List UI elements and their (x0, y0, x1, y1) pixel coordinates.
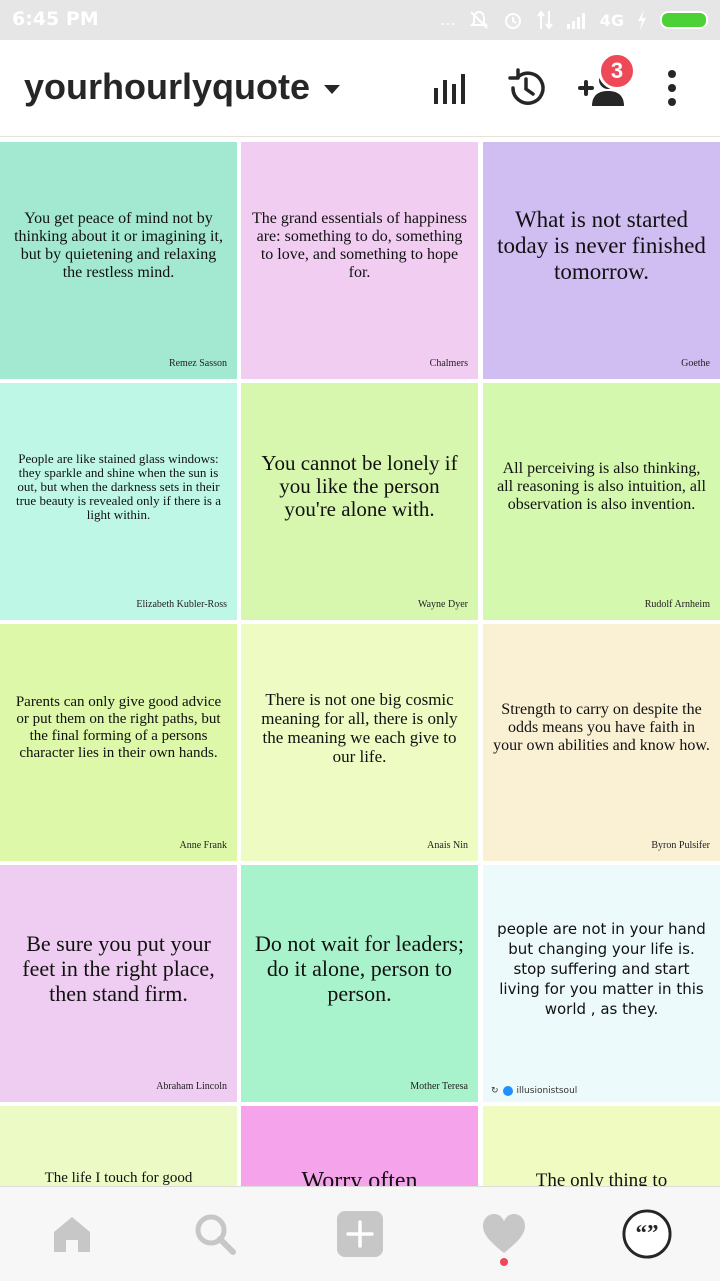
post-grid: You get peace of mind not by thinking ab… (0, 138, 720, 1186)
archive-button[interactable] (502, 64, 550, 112)
battery-icon (660, 11, 708, 29)
activity-heart-icon (483, 1214, 525, 1253)
post-author: Goethe (681, 358, 710, 369)
insights-button[interactable] (426, 64, 474, 112)
post-author: Byron Pulsifer (651, 840, 710, 851)
post-quote: Worry often (301, 1168, 418, 1186)
post-author: Mother Teresa (410, 1081, 468, 1092)
status-bar: 6:45 PM … 4G (0, 0, 720, 40)
home-icon (54, 1217, 90, 1252)
post-quote: people are not in your hand but changing… (497, 919, 706, 1018)
avatar (502, 1086, 513, 1096)
insights-icon (434, 74, 465, 104)
post-quote: Do not wait for leaders; do it alone, pe… (255, 931, 464, 1006)
archive-history-icon (508, 68, 545, 105)
profile-header: yourhourlyquote 3 (0, 40, 720, 137)
mute-icon (469, 10, 489, 29)
post-tile[interactable]: All perceiving is also thinking, all rea… (483, 383, 720, 620)
nav-search-button[interactable] (190, 1209, 240, 1259)
post-quote: Strength to carry on despite the odds me… (493, 700, 710, 754)
post-author: Anais Nin (427, 840, 468, 851)
new-post-icon (337, 1211, 383, 1257)
post-quote: The grand essentials of happiness are: s… (251, 209, 468, 281)
profile-quote-icon: “” (622, 1209, 672, 1259)
account-name: yourhourlyquote (24, 66, 310, 107)
nav-new-post-button[interactable] (335, 1209, 385, 1259)
bottom-navigation: “” (0, 1186, 720, 1281)
post-author: Abraham Lincoln (156, 1081, 227, 1092)
post-quote: All perceiving is also thinking, all rea… (497, 459, 706, 513)
chevron-down-icon (324, 84, 340, 94)
data-arrows-icon (536, 10, 553, 30)
dots-icon: … (439, 10, 456, 29)
post-tile[interactable]: The only thing to (483, 1106, 720, 1186)
post-quote: Be sure you put your feet in the right p… (22, 931, 215, 1006)
post-author: Anne Frank (179, 840, 228, 851)
post-quote: The only thing to (535, 1170, 668, 1186)
nav-activity-button[interactable] (479, 1209, 529, 1259)
post-tile[interactable]: People are like stained glass windows: t… (0, 383, 237, 620)
post-tile[interactable]: You get peace of mind not by thinking ab… (0, 142, 237, 379)
post-tile[interactable]: The grand essentials of happiness are: s… (241, 142, 478, 379)
account-switcher[interactable]: yourhourlyquote (24, 66, 340, 108)
post-quote: Parents can only give good advice or put… (15, 693, 222, 761)
post-quote: You get peace of mind not by thinking ab… (14, 209, 223, 281)
post-credit: ↻ illusionistsoul (491, 1086, 577, 1096)
post-tile[interactable]: The life I touch for good (0, 1106, 237, 1186)
more-options-button[interactable] (648, 64, 696, 112)
more-options-icon (668, 70, 676, 106)
post-tile[interactable]: What is not started today is never finis… (483, 142, 720, 379)
post-tile[interactable]: Do not wait for leaders; do it alone, pe… (241, 865, 478, 1102)
post-author: illusionistsoul (516, 1086, 578, 1096)
post-tile[interactable]: There is not one big cosmic meaning for … (241, 624, 478, 861)
repost-icon: ↻ (491, 1086, 499, 1096)
status-icons: … 4G (440, 7, 708, 33)
post-author: Elizabeth Kubler-Ross (136, 599, 227, 610)
post-tile[interactable]: Strength to carry on despite the odds me… (483, 624, 720, 861)
post-tile[interactable]: Parents can only give good advice or put… (0, 624, 237, 861)
post-author: Rudolf Arnheim (644, 599, 710, 610)
post-author: Remez Sasson (168, 358, 227, 369)
post-author: Chalmers (429, 358, 468, 369)
network-label: 4G (599, 10, 624, 30)
notification-badge: 3 (598, 52, 636, 90)
activity-indicator-dot (500, 1258, 508, 1266)
post-author: Wayne Dyer (417, 599, 468, 610)
alarm-icon (504, 13, 521, 29)
post-quote: You cannot be lonely if you like the per… (261, 451, 458, 521)
post-tile[interactable]: people are not in your hand but changing… (483, 865, 720, 1102)
post-quote: There is not one big cosmic meaning for … (261, 689, 458, 766)
post-tile[interactable]: Worry often (241, 1106, 478, 1186)
post-quote: What is not started today is never finis… (497, 206, 706, 284)
post-quote: People are like stained glass windows: t… (15, 450, 222, 522)
nav-home-button[interactable] (47, 1209, 97, 1259)
charging-icon (638, 10, 646, 30)
post-quote: The life I touch for good (44, 1170, 193, 1186)
signal-icon (566, 13, 585, 29)
svg-text:“”: “” (635, 1220, 658, 1246)
nav-profile-button[interactable]: “” (622, 1209, 672, 1259)
post-tile[interactable]: Be sure you put your feet in the right p… (0, 865, 237, 1102)
post-tile[interactable]: You cannot be lonely if you like the per… (241, 383, 478, 620)
discover-people-button[interactable]: 3 (578, 52, 636, 112)
search-icon (195, 1214, 236, 1255)
status-time: 6:45 PM (12, 8, 99, 30)
